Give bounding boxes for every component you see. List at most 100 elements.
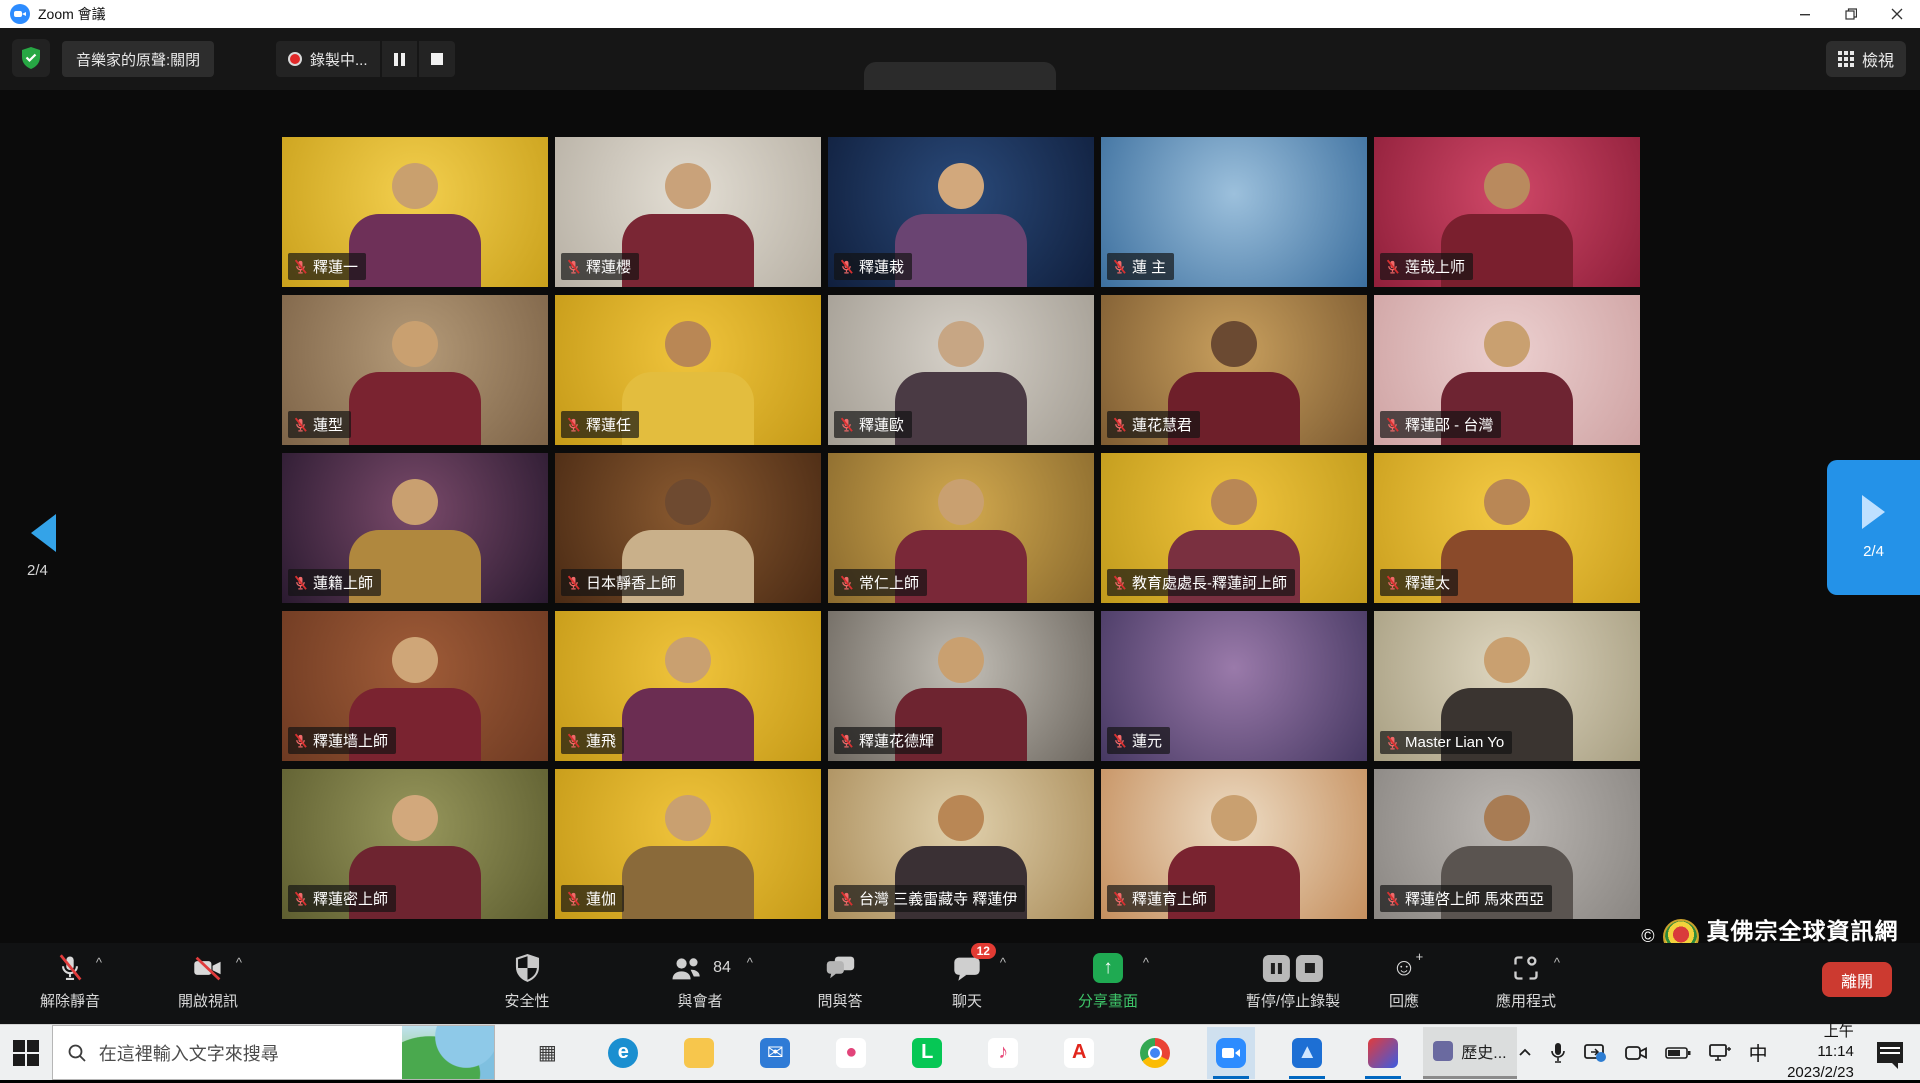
next-page-panel[interactable]: 2/4 [1827,460,1920,595]
share-chevron[interactable]: ^ [1143,955,1149,970]
line-icon[interactable]: L [903,1027,951,1079]
participant-name-label: 蓮飛 [561,727,624,754]
chat-button[interactable]: 12 ^ 聊天 [952,951,982,1011]
video-options-chevron[interactable]: ^ [236,955,242,970]
window-title: Zoom 會議 [38,4,106,24]
participant-name: 蓮 主 [1132,256,1166,277]
participant-tile[interactable]: 釋蓮歐 [828,295,1094,445]
security-button[interactable]: 安全性 [504,951,549,1011]
colorful-app-icon[interactable] [1359,1027,1407,1079]
zoom-meeting-window: Zoom 會議 音樂家的原聲:關閉 錄製中... PC Koh正在發言... 檢… [0,0,1920,1080]
participant-tile[interactable]: 釋蓮密上師 [282,769,548,919]
start-button[interactable] [0,1025,52,1080]
toolbar-pause-icon[interactable] [1263,955,1290,982]
participant-tile[interactable]: 釋蓮栽 [828,137,1094,287]
share-screen-button[interactable]: ↑ ^ 分享畫面 [1078,951,1138,1011]
participant-tile[interactable]: 蓮型 [282,295,548,445]
close-button[interactable] [1874,0,1920,28]
participant-name-label: 蓮型 [288,411,351,438]
participant-name-label: 釋蓮花德輝 [834,727,942,754]
participant-tile[interactable]: 釋蓮一 [282,137,548,287]
history-window-icon [1433,1041,1453,1061]
participant-tile[interactable]: 釋蓮育上師 [1101,769,1367,919]
participant-tile[interactable]: 蓮伽 [555,769,821,919]
tray-camera-icon[interactable] [1624,1043,1648,1063]
stop-recording-button[interactable] [419,41,455,77]
participant-tile[interactable]: 日本靜香上師 [555,453,821,603]
zoom-app-icon[interactable] [1207,1027,1255,1079]
meeting-top-bar: 音樂家的原聲:關閉 錄製中... PC Koh正在發言... 檢視 [0,28,1920,90]
taskbar-clock[interactable]: 上午 11:14 2023/2/23 [1785,1022,1854,1083]
view-button[interactable]: 檢視 [1826,41,1906,77]
participant-name-label: 釋蓮墙上師 [288,727,396,754]
taskbar-window-history[interactable]: 歷史... [1423,1027,1516,1079]
notification-center-button[interactable] [1871,1025,1910,1080]
apps-button[interactable]: ^ 應用程式 [1496,951,1556,1011]
participant-tile[interactable]: 蓮籍上師 [282,453,548,603]
ime-indicator[interactable]: 中 [1749,1039,1768,1066]
participant-tile[interactable]: 台灣 三義雷藏寺 釋蓮伊 [828,769,1094,919]
participants-button[interactable]: 84 ^ 與會者 [669,951,731,1011]
file-explorer-icon[interactable] [675,1027,723,1079]
chat-chevron[interactable]: ^ [1000,955,1006,970]
unmute-button[interactable]: ^ 解除靜音 [40,951,100,1011]
chrome-icon[interactable] [1131,1027,1179,1079]
minimize-button[interactable] [1782,0,1828,28]
previous-page-arrow[interactable] [31,514,56,552]
participant-tile[interactable]: 釋蓮櫻 [555,137,821,287]
participant-tile[interactable]: Master Lian Yo [1374,611,1640,761]
security-shield-icon [514,954,540,982]
participant-tile[interactable]: 釋蓮郘 - 台灣 [1374,295,1640,445]
apps-chevron[interactable]: ^ [1554,955,1560,970]
tray-network-icon[interactable] [1708,1043,1732,1063]
participant-name: 台灣 三義雷藏寺 釋蓮伊 [859,888,1017,909]
security-shield-button[interactable] [12,39,50,77]
participant-tile[interactable]: 釋蓮墙上師 [282,611,548,761]
mail-icon[interactable]: ✉ [751,1027,799,1079]
leave-button[interactable]: 離開 [1822,962,1892,997]
participant-tile[interactable]: 蓮 主 [1101,137,1367,287]
participant-tile[interactable]: 釋蓮太 [1374,453,1640,603]
acrobat-icon[interactable]: A [1055,1027,1103,1079]
toolbar-stop-icon[interactable] [1296,955,1323,982]
participant-name: 釋蓮任 [586,414,631,435]
participant-tile[interactable]: 蓮飛 [555,611,821,761]
search-highlight-image[interactable] [402,1026,494,1079]
muted-mic-icon [839,417,854,433]
participant-tile[interactable]: 常仁上師 [828,453,1094,603]
task-view-icon[interactable]: ▦ [523,1027,571,1079]
participant-name: 教育處處長-釋蓮訶上師 [1132,572,1287,593]
participant-name: 釋蓮櫻 [586,256,631,277]
participant-name: 釋蓮育上師 [1132,888,1207,909]
pause-stop-recording-button[interactable]: 暫停/停止錄製 [1246,951,1340,1011]
participant-tile[interactable]: 釋蓮啓上師 馬來西亞 [1374,769,1640,919]
restore-button[interactable] [1828,0,1874,28]
photos-app-icon[interactable]: ▲ [1283,1027,1331,1079]
participant-tile[interactable]: 教育處處長-釋蓮訶上師 [1101,453,1367,603]
tray-battery-icon[interactable] [1665,1045,1691,1061]
start-video-button[interactable]: ^ 開啟視訊 [178,951,238,1011]
pink-app-icon[interactable]: ● [827,1027,875,1079]
tray-screenshare-icon[interactable] [1583,1042,1607,1064]
qa-button[interactable]: 問與答 [817,951,862,1011]
reactions-button[interactable]: ☺ + 回應 [1389,951,1419,1011]
tray-chevron-up-icon[interactable] [1517,1045,1533,1061]
participant-tile[interactable]: 釋蓮任 [555,295,821,445]
music-app-icon[interactable]: ♪ [979,1027,1027,1079]
participant-tile[interactable]: 釋蓮花德輝 [828,611,1094,761]
edge-icon[interactable]: e [599,1027,647,1079]
page-indicator-right: 2/4 [1863,543,1884,560]
participants-chevron[interactable]: ^ [747,955,753,970]
taskbar-search-input[interactable]: 在這裡輸入文字來搜尋 [52,1025,496,1080]
participant-tile[interactable]: 蓮花慧君 [1101,295,1367,445]
participant-name-label: 釋蓮啓上師 馬來西亞 [1380,885,1552,912]
participant-tile[interactable]: 蓮元 [1101,611,1367,761]
muted-mic-icon [1385,735,1400,751]
original-sound-button[interactable]: 音樂家的原聲:關閉 [62,41,214,77]
participant-name-label: 釋蓮歐 [834,411,912,438]
tray-mic-icon[interactable] [1550,1042,1566,1064]
mic-options-chevron[interactable]: ^ [96,955,102,970]
participant-tile[interactable]: 莲哉上师 [1374,137,1640,287]
muted-mic-icon [56,953,84,983]
pause-recording-button[interactable] [382,41,417,77]
